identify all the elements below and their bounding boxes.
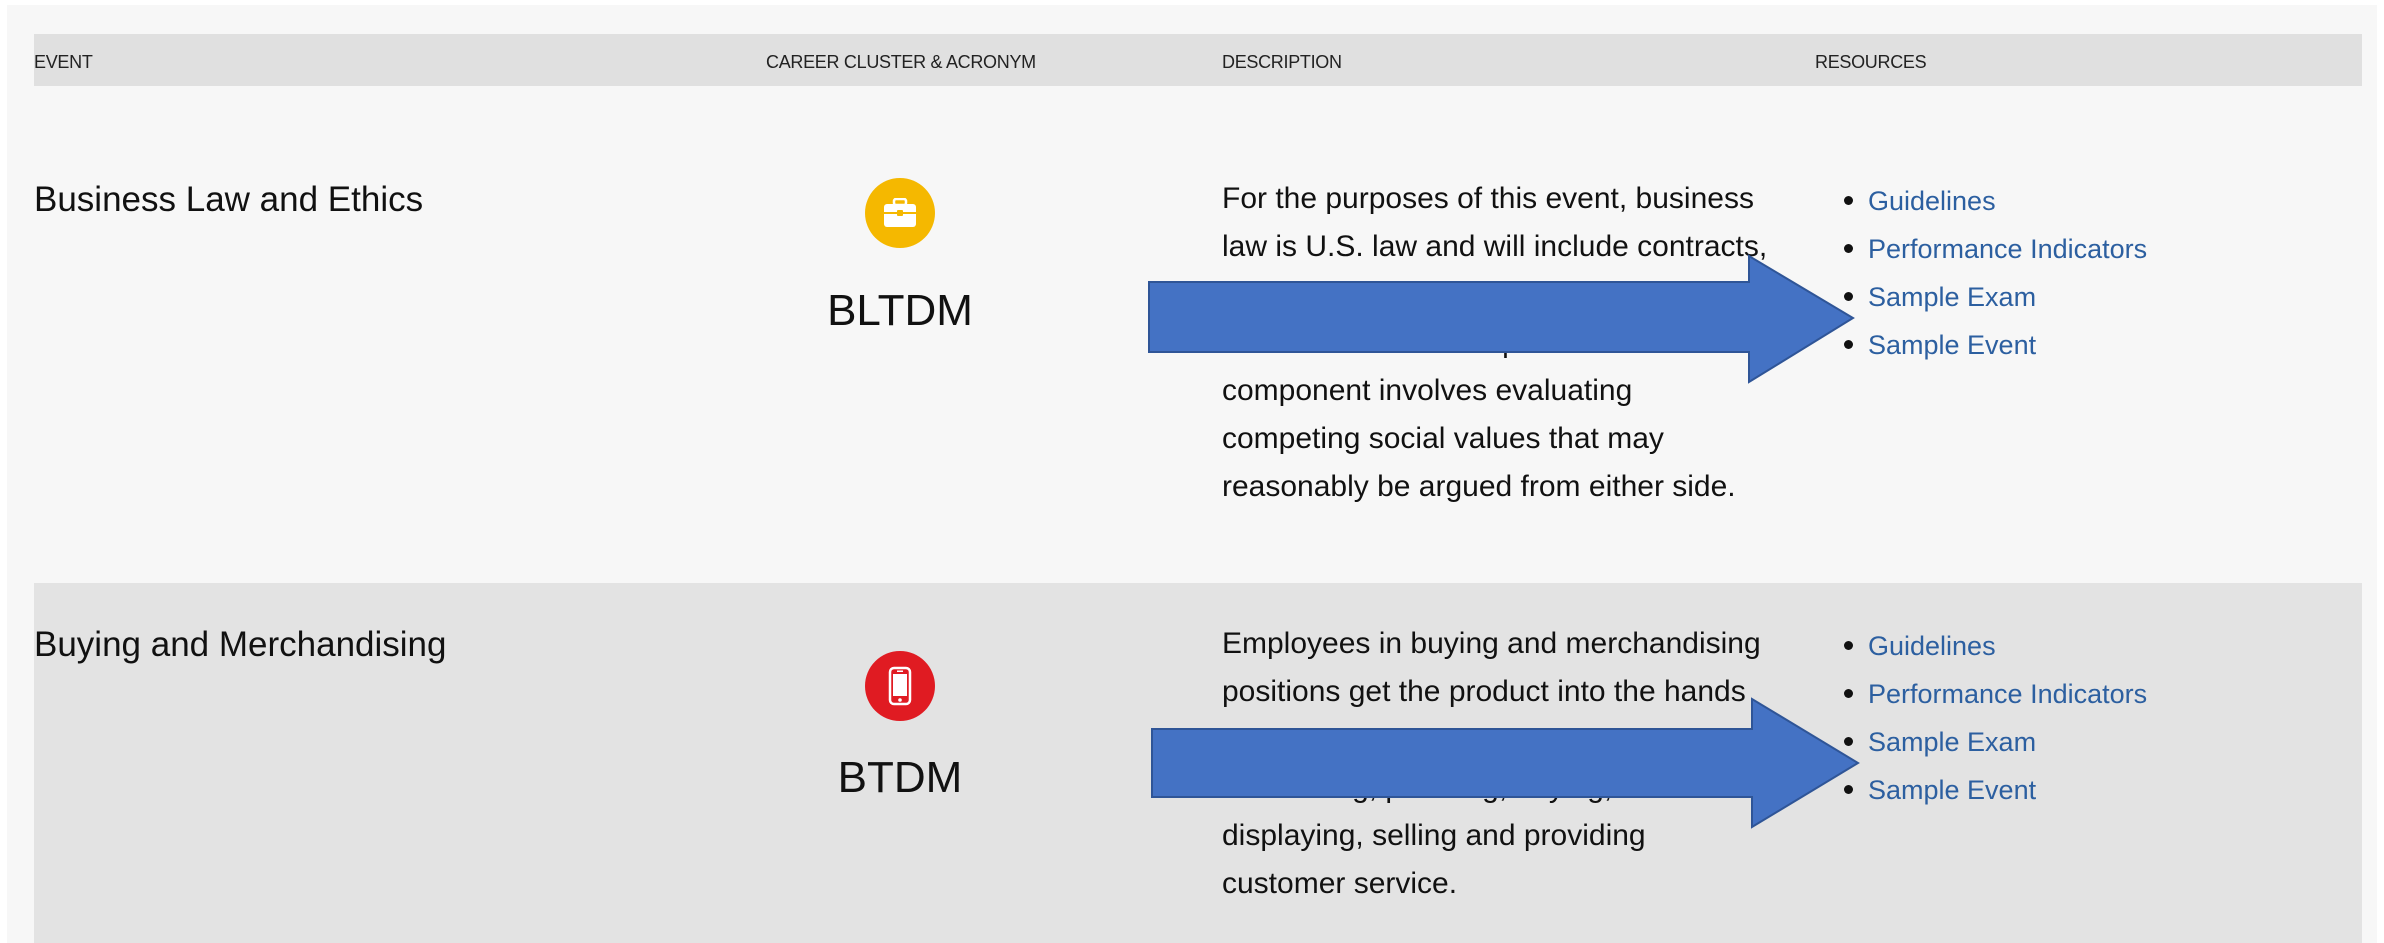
briefcase-icon	[865, 178, 935, 248]
performance-indicators-link[interactable]: Performance Indicators	[1842, 670, 2147, 718]
guidelines-link[interactable]: Guidelines	[1842, 177, 2147, 225]
header-cluster: CAREER CLUSTER & ACRONYM	[766, 52, 1036, 72]
header-description: DESCRIPTION	[1222, 52, 1342, 72]
sample-exam-link[interactable]: Sample Exam	[1842, 718, 2147, 766]
description-line: customer service.	[1222, 867, 1458, 900]
guidelines-link[interactable]: Guidelines	[1842, 622, 2147, 670]
mobile-phone-icon	[865, 651, 935, 721]
performance-indicators-link[interactable]: Performance Indicators	[1842, 225, 2147, 273]
description-line: Employees in buying and merchandising	[1222, 627, 1761, 660]
event-title: Business Law and Ethics	[34, 180, 424, 219]
header-event: EVENT	[34, 52, 93, 72]
page: EVENT CAREER CLUSTER & ACRONYM DESCRIPTI…	[0, 0, 2384, 943]
right-arrow-annotation	[1151, 697, 1860, 829]
description-line: reasonably be argued from either side.	[1222, 470, 1736, 503]
cluster-acronym: BLTDM	[827, 286, 973, 335]
right-arrow-annotation	[1148, 254, 1855, 384]
resource-list: Guidelines Performance Indicators Sample…	[1842, 622, 2147, 814]
table-row: Business Law and Ethics BLTDM For the pu…	[34, 86, 2362, 583]
cluster-acronym: BTDM	[837, 753, 963, 802]
table-row: Buying and Merchandising BTDM Employees …	[34, 583, 2362, 943]
sample-event-link[interactable]: Sample Event	[1842, 766, 2147, 814]
sample-exam-link[interactable]: Sample Exam	[1842, 273, 2147, 321]
sample-event-link[interactable]: Sample Event	[1842, 321, 2147, 369]
description-line: competing social values that may	[1222, 422, 1664, 455]
header-resources: RESOURCES	[1815, 52, 1927, 72]
table-header: EVENT CAREER CLUSTER & ACRONYM DESCRIPTI…	[34, 34, 2362, 86]
event-title: Buying and Merchandising	[34, 625, 447, 664]
description-line: For the purposes of this event, business	[1222, 182, 1754, 215]
resource-list: Guidelines Performance Indicators Sample…	[1842, 177, 2147, 369]
